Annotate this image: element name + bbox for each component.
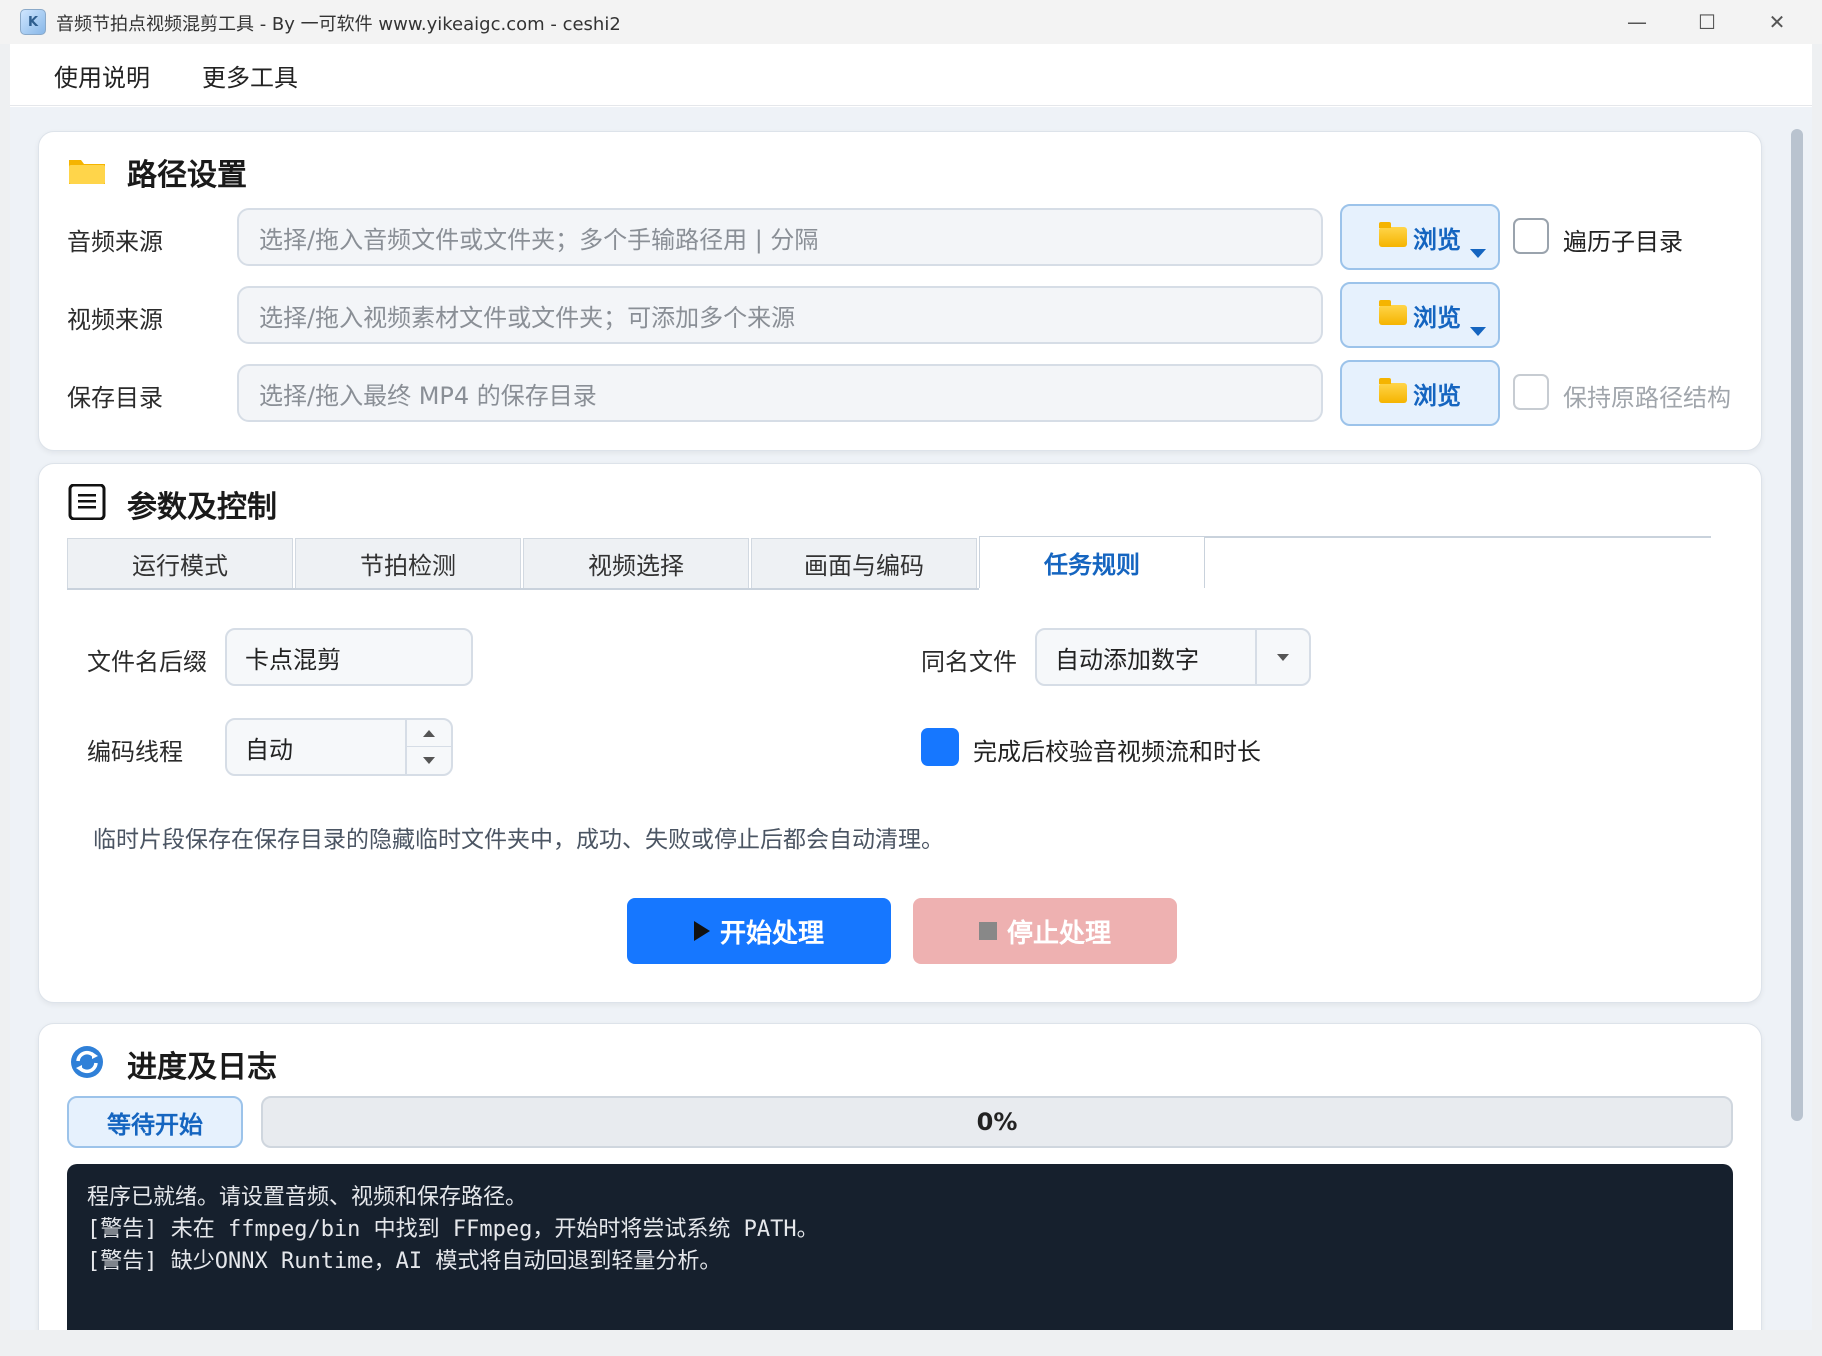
video-browse-label: 浏览 xyxy=(1413,303,1461,332)
save-dir-label: 保存目录 xyxy=(67,384,163,412)
video-browse-button[interactable]: 浏览 xyxy=(1340,282,1500,348)
menu-item-more-tools[interactable]: 更多工具 xyxy=(202,58,298,93)
start-button[interactable]: 开始处理 xyxy=(627,898,891,964)
play-icon xyxy=(693,921,710,941)
tab-task-rules[interactable]: 任务规则 xyxy=(979,536,1205,588)
same-name-dropdown-toggle[interactable] xyxy=(1255,630,1309,684)
scrollbar-thumb[interactable] xyxy=(1791,129,1803,1121)
maximize-button[interactable]: ☐ xyxy=(1672,0,1742,44)
app-icon: K xyxy=(20,9,46,35)
filename-suffix-input[interactable]: 卡点混剪 xyxy=(225,628,473,686)
folder-icon xyxy=(1379,222,1407,247)
progress-title: 进度及日志 xyxy=(127,1050,277,1085)
video-source-placeholder: 选择/拖入视频素材文件或文件夹；可添加多个来源 xyxy=(259,303,796,332)
folder-icon xyxy=(1379,378,1407,403)
params-card: 参数及控制 运行模式 节拍检测 视频选择 画面与编码 任务规则 文件名后缀 卡点… xyxy=(38,463,1762,1003)
start-button-label: 开始处理 xyxy=(719,918,824,949)
video-source-input[interactable]: 选择/拖入视频素材文件或文件夹；可添加多个来源 xyxy=(237,286,1323,344)
save-browse-label: 浏览 xyxy=(1413,381,1461,410)
path-settings-card: 路径设置 音频来源 选择/拖入音频文件或文件夹；多个手输路径用 | 分隔 浏览 … xyxy=(38,131,1762,451)
tab-bar-divider xyxy=(1205,536,1711,538)
same-name-label: 同名文件 xyxy=(921,648,1017,676)
progress-card: 进度及日志 等待开始 0% 程序已就绪。请设置音频、视频和保存路径。 [警告] … xyxy=(38,1023,1762,1330)
encode-threads-spinbox[interactable]: 自动 xyxy=(225,718,453,776)
same-name-value: 自动添加数字 xyxy=(1055,645,1199,674)
window-border-bottom xyxy=(0,1330,1822,1356)
filename-suffix-value: 卡点混剪 xyxy=(245,645,341,674)
chevron-up-icon xyxy=(423,729,435,737)
chevron-down-icon[interactable] xyxy=(1470,249,1486,258)
save-dir-placeholder: 选择/拖入最终 MP4 的保存目录 xyxy=(259,381,597,410)
stop-button[interactable]: 停止处理 xyxy=(913,898,1177,964)
audio-source-label: 音频来源 xyxy=(67,228,163,256)
title-bar: K 音频节拍点视频混剪工具 - By 一可软件 www.yikeaigc.com… xyxy=(0,0,1822,44)
window-title: 音频节拍点视频混剪工具 - By 一可软件 www.yikeaigc.com -… xyxy=(56,14,621,35)
menu-item-usage[interactable]: 使用说明 xyxy=(54,58,150,93)
chevron-down-icon[interactable] xyxy=(1470,327,1486,336)
encode-threads-spin-controls xyxy=(405,720,451,774)
chevron-down-icon xyxy=(1277,653,1289,661)
save-dir-input[interactable]: 选择/拖入最终 MP4 的保存目录 xyxy=(237,364,1323,422)
close-button[interactable]: ✕ xyxy=(1742,0,1812,44)
spin-down-button[interactable] xyxy=(407,747,451,774)
video-source-label: 视频来源 xyxy=(67,306,163,334)
tab-picture-encoding[interactable]: 画面与编码 xyxy=(751,538,977,588)
log-line: 程序已就绪。请设置音频、视频和保存路径。 xyxy=(87,1185,528,1210)
window-border-left xyxy=(0,44,10,1356)
recurse-subdirs-label: 遍历子目录 xyxy=(1563,228,1683,256)
progress-percent: 0% xyxy=(976,1108,1018,1136)
verify-label: 完成后校验音视频流和时长 xyxy=(973,738,1261,766)
minimize-button[interactable]: — xyxy=(1602,0,1672,44)
menu-bar: 使用说明 更多工具 xyxy=(10,44,1812,106)
audio-source-placeholder: 选择/拖入音频文件或文件夹；多个手输路径用 | 分隔 xyxy=(259,225,819,254)
log-line: [警告] 缺少ONNX Runtime，AI 模式将自动回退到轻量分析。 xyxy=(87,1249,722,1274)
log-console[interactable]: 程序已就绪。请设置音频、视频和保存路径。 [警告] 未在 ffmpeg/bin … xyxy=(67,1164,1733,1330)
encode-threads-label: 编码线程 xyxy=(87,738,183,766)
status-badge: 等待开始 xyxy=(67,1096,243,1148)
path-settings-title: 路径设置 xyxy=(127,158,247,193)
spin-up-button[interactable] xyxy=(407,720,451,747)
tab-video-selection[interactable]: 视频选择 xyxy=(523,538,749,588)
same-name-select[interactable]: 自动添加数字 xyxy=(1035,628,1311,686)
progress-bar: 0% xyxy=(261,1096,1733,1148)
folder-icon xyxy=(1379,300,1407,325)
temp-files-hint: 临时片段保存在保存目录的隐藏临时文件夹中，成功、失败或停止后都会自动清理。 xyxy=(93,827,944,853)
audio-browse-button[interactable]: 浏览 xyxy=(1340,204,1500,270)
audio-browse-label: 浏览 xyxy=(1413,225,1461,254)
window-border-right xyxy=(1812,44,1822,1356)
verify-checkbox[interactable] xyxy=(921,728,959,766)
folder-icon xyxy=(69,160,105,184)
encode-threads-value: 自动 xyxy=(245,735,293,764)
audio-source-input[interactable]: 选择/拖入音频文件或文件夹；多个手输路径用 | 分隔 xyxy=(237,208,1323,266)
refresh-icon xyxy=(71,1046,103,1078)
chevron-down-icon xyxy=(423,757,435,764)
document-list-icon xyxy=(68,484,106,520)
keep-structure-label: 保持原路径结构 xyxy=(1563,384,1731,412)
stop-button-label: 停止处理 xyxy=(1006,918,1111,949)
filename-suffix-label: 文件名后缀 xyxy=(87,648,207,676)
tab-run-mode[interactable]: 运行模式 xyxy=(67,538,293,588)
params-title: 参数及控制 xyxy=(127,490,277,525)
log-line: [警告] 未在 ffmpeg/bin 中找到 FFmpeg，开始时将尝试系统 P… xyxy=(87,1217,819,1242)
recurse-subdirs-checkbox[interactable] xyxy=(1513,218,1549,254)
tab-beat-detection[interactable]: 节拍检测 xyxy=(295,538,521,588)
keep-structure-checkbox[interactable] xyxy=(1513,374,1549,410)
stop-icon xyxy=(978,922,997,940)
tab-bar-bottom xyxy=(67,588,979,590)
save-browse-button[interactable]: 浏览 xyxy=(1340,360,1500,426)
main-content: 路径设置 音频来源 选择/拖入音频文件或文件夹；多个手输路径用 | 分隔 浏览 … xyxy=(10,107,1812,1330)
